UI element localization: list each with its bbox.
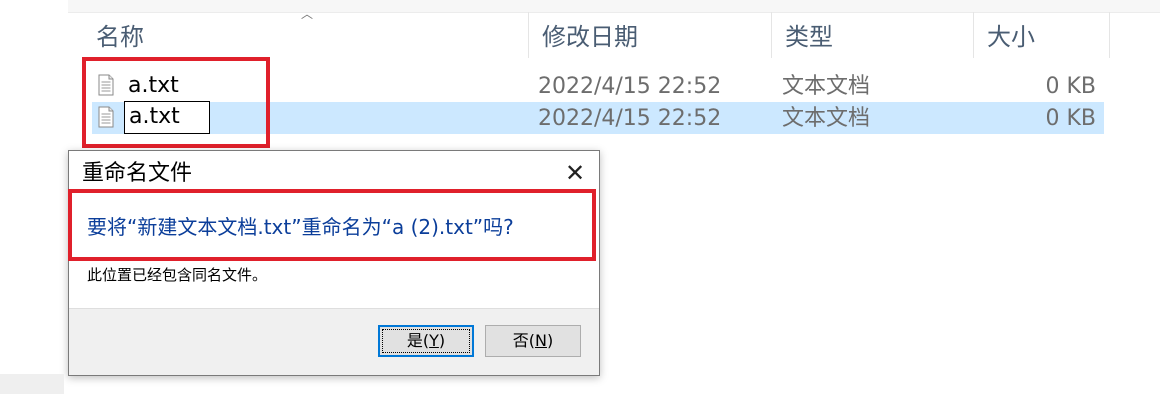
no-button-label: 否(N) (512, 331, 554, 350)
highlight-box-filenames (82, 57, 270, 148)
dialog-title: 重命名文件 (82, 161, 193, 186)
column-header-row: ︿ 名称 修改日期 类型 大小 (82, 8, 1110, 58)
file-modified-date: 2022/4/15 22:52 (538, 106, 722, 131)
rename-file-dialog: 重命名文件 ✕ 要将“新建文本文档.txt”重命名为“a (2).txt”吗? … (68, 150, 600, 376)
column-header-modified[interactable]: 修改日期 (528, 12, 772, 58)
background-panel (0, 374, 64, 394)
highlight-box-question (68, 189, 596, 261)
file-size: 0 KB (1045, 106, 1096, 131)
column-header-size[interactable]: 大小 (973, 12, 1109, 58)
close-icon[interactable]: ✕ (557, 155, 593, 191)
dialog-info-text: 此位置已经包含同名文件。 (87, 266, 268, 284)
column-header-type[interactable]: 类型 (771, 12, 973, 58)
file-type: 文本文档 (782, 106, 871, 131)
file-type: 文本文档 (782, 74, 871, 99)
no-accelerator-key: N (535, 331, 547, 350)
file-explorer-window: ︿ 名称 修改日期 类型 大小 a.txt 2022/4/15 22:52 文本… (0, 0, 1164, 394)
dialog-button-bar: 是(Y) 否(N) (69, 308, 599, 375)
column-divider[interactable] (1109, 12, 1110, 58)
file-modified-date: 2022/4/15 22:52 (538, 74, 722, 99)
yes-button[interactable]: 是(Y) (378, 325, 474, 357)
column-header-name[interactable]: 名称 (82, 12, 528, 58)
yes-button-label: 是(Y) (406, 331, 446, 350)
no-button[interactable]: 否(N) (485, 325, 581, 357)
file-size: 0 KB (1045, 74, 1096, 99)
yes-accelerator-key: Y (429, 331, 439, 350)
